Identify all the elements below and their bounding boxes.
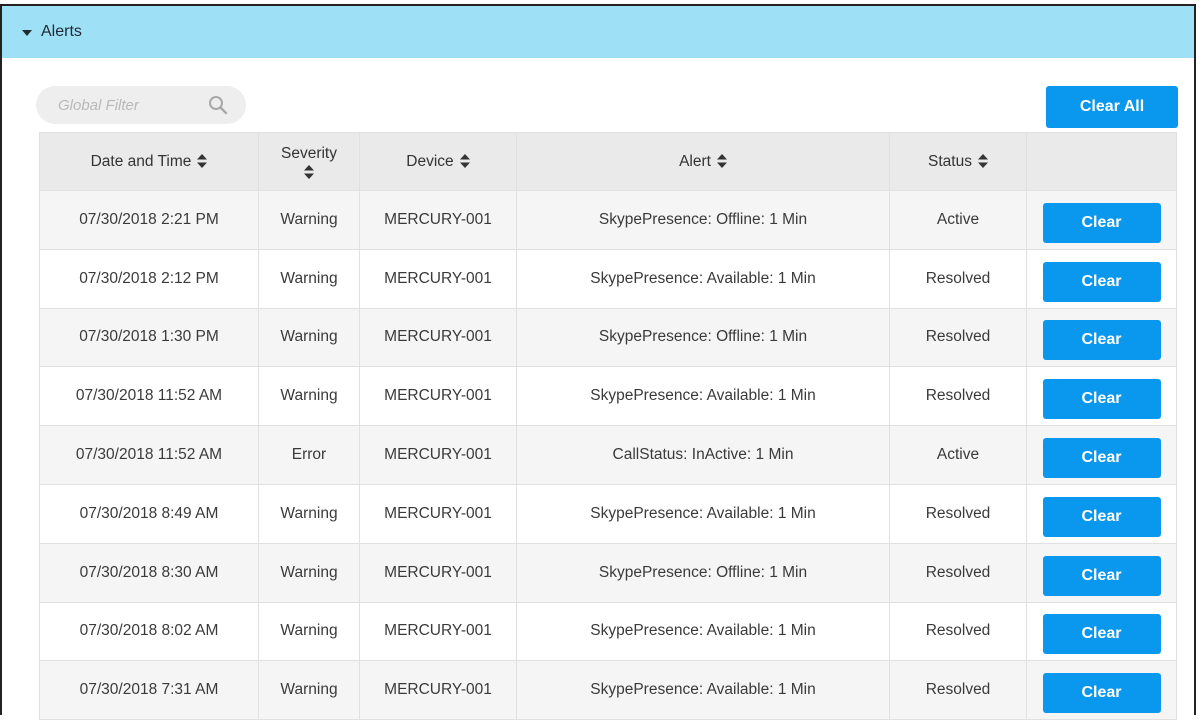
cell-alert: SkypePresence: Available: 1 Min (516, 660, 890, 720)
cell-status: Resolved (889, 542, 1027, 603)
cell-action: Clear (1026, 542, 1177, 603)
sort-icon (304, 164, 314, 179)
cell-severity: Warning (258, 542, 360, 603)
column-header-alert[interactable]: Alert (516, 132, 890, 191)
cell-date: 07/30/2018 11:52 AM (39, 366, 259, 427)
cell-alert: SkypePresence: Available: 1 Min (516, 483, 890, 544)
clear-button[interactable]: Clear (1042, 379, 1161, 420)
cell-status: Resolved (889, 307, 1027, 368)
cell-severity: Error (258, 425, 360, 485)
cell-date: 07/30/2018 8:30 AM (39, 542, 259, 603)
cell-alert: CallStatus: InActive: 1 Min (516, 425, 890, 485)
cell-status: Resolved (889, 601, 1027, 662)
cell-severity: Warning (258, 366, 360, 427)
cell-device: MERCURY-001 (359, 542, 517, 603)
cell-status: Active (889, 425, 1027, 485)
table-row: 07/30/2018 8:49 AM Warning MERCURY-001 S… (39, 483, 1177, 544)
column-header-device-label: Device (406, 152, 454, 170)
alerts-table: Date and Time Severity Device Alert Stat… (39, 132, 1177, 720)
clear-button[interactable]: Clear (1042, 202, 1161, 243)
table-row: 07/30/2018 2:21 PM Warning MERCURY-001 S… (39, 190, 1177, 250)
sort-icon (716, 154, 727, 169)
cell-status: Resolved (889, 366, 1027, 427)
cell-action: Clear (1026, 307, 1177, 368)
cell-action: Clear (1026, 425, 1177, 485)
cell-alert: SkypePresence: Offline: 1 Min (516, 190, 890, 250)
cell-alert: SkypePresence: Available: 1 Min (516, 601, 890, 662)
search-icon[interactable] (208, 95, 228, 115)
cell-device: MERCURY-001 (359, 190, 517, 250)
cell-date: 07/30/2018 8:49 AM (39, 483, 259, 544)
table-row: 07/30/2018 7:31 AM Warning MERCURY-001 S… (39, 660, 1177, 720)
cell-action: Clear (1026, 190, 1177, 250)
clear-button[interactable]: Clear (1042, 496, 1161, 537)
cell-action: Clear (1026, 483, 1177, 544)
cell-status: Resolved (889, 248, 1027, 309)
cell-action: Clear (1026, 248, 1177, 309)
cell-date: 07/30/2018 11:52 AM (39, 425, 259, 485)
column-header-status-label: Status (928, 152, 972, 170)
column-header-alert-label: Alert (679, 152, 711, 170)
cell-severity: Warning (258, 307, 360, 368)
cell-severity: Warning (258, 483, 360, 544)
cell-alert: SkypePresence: Offline: 1 Min (516, 307, 890, 368)
clear-button[interactable]: Clear (1042, 261, 1161, 302)
clear-button[interactable]: Clear (1042, 673, 1161, 714)
column-header-severity[interactable]: Severity (258, 132, 360, 191)
column-header-device[interactable]: Device (359, 132, 517, 191)
clear-button[interactable]: Clear (1042, 555, 1161, 596)
table-row: 07/30/2018 11:52 AM Error MERCURY-001 Ca… (39, 425, 1177, 485)
global-filter-input[interactable] (56, 95, 200, 115)
cell-device: MERCURY-001 (359, 366, 517, 427)
column-header-date[interactable]: Date and Time (39, 132, 259, 191)
table-row: 07/30/2018 8:30 AM Warning MERCURY-001 S… (39, 542, 1177, 603)
caret-down-icon (22, 29, 32, 36)
global-filter (36, 86, 246, 124)
cell-alert: SkypePresence: Available: 1 Min (516, 248, 890, 309)
alerts-panel-header[interactable]: Alerts (2, 6, 1194, 58)
cell-date: 07/30/2018 2:12 PM (39, 248, 259, 309)
sort-icon (459, 154, 470, 169)
clear-button[interactable]: Clear (1042, 614, 1161, 655)
cell-device: MERCURY-001 (359, 425, 517, 485)
sort-icon (197, 154, 208, 169)
column-header-status[interactable]: Status (889, 132, 1027, 191)
column-header-actions (1026, 132, 1177, 191)
cell-status: Resolved (889, 483, 1027, 544)
cell-status: Resolved (889, 660, 1027, 720)
table-row: 07/30/2018 8:02 AM Warning MERCURY-001 S… (39, 601, 1177, 662)
cell-action: Clear (1026, 660, 1177, 720)
sort-icon (977, 154, 988, 169)
cell-device: MERCURY-001 (359, 248, 517, 309)
cell-date: 07/30/2018 7:31 AM (39, 660, 259, 720)
column-header-severity-label: Severity (281, 144, 337, 162)
cell-date: 07/30/2018 2:21 PM (39, 190, 259, 250)
table-row: 07/30/2018 11:52 AM Warning MERCURY-001 … (39, 366, 1177, 427)
column-header-date-label: Date and Time (90, 152, 192, 170)
cell-severity: Warning (258, 248, 360, 309)
clear-button[interactable]: Clear (1042, 320, 1161, 361)
cell-action: Clear (1026, 366, 1177, 427)
table-header-row: Date and Time Severity Device Alert Stat… (39, 132, 1177, 191)
cell-device: MERCURY-001 (359, 660, 517, 720)
cell-alert: SkypePresence: Offline: 1 Min (516, 542, 890, 603)
cell-device: MERCURY-001 (359, 483, 517, 544)
clear-all-button[interactable]: Clear All (1046, 86, 1178, 128)
cell-severity: Warning (258, 190, 360, 250)
cell-severity: Warning (258, 660, 360, 720)
cell-date: 07/30/2018 1:30 PM (39, 307, 259, 368)
alerts-table-wrapper: Date and Time Severity Device Alert Stat… (39, 132, 1177, 720)
cell-action: Clear (1026, 601, 1177, 662)
cell-date: 07/30/2018 8:02 AM (39, 601, 259, 662)
cell-device: MERCURY-001 (359, 307, 517, 368)
cell-severity: Warning (258, 601, 360, 662)
cell-alert: SkypePresence: Available: 1 Min (516, 366, 890, 427)
clear-button[interactable]: Clear (1042, 438, 1161, 479)
panel-title: Alerts (41, 23, 82, 40)
table-row: 07/30/2018 2:12 PM Warning MERCURY-001 S… (39, 248, 1177, 309)
alerts-panel: Alerts Clear All Date and Time (0, 4, 1196, 720)
table-row: 07/30/2018 1:30 PM Warning MERCURY-001 S… (39, 307, 1177, 368)
cell-device: MERCURY-001 (359, 601, 517, 662)
cell-status: Active (889, 190, 1027, 250)
